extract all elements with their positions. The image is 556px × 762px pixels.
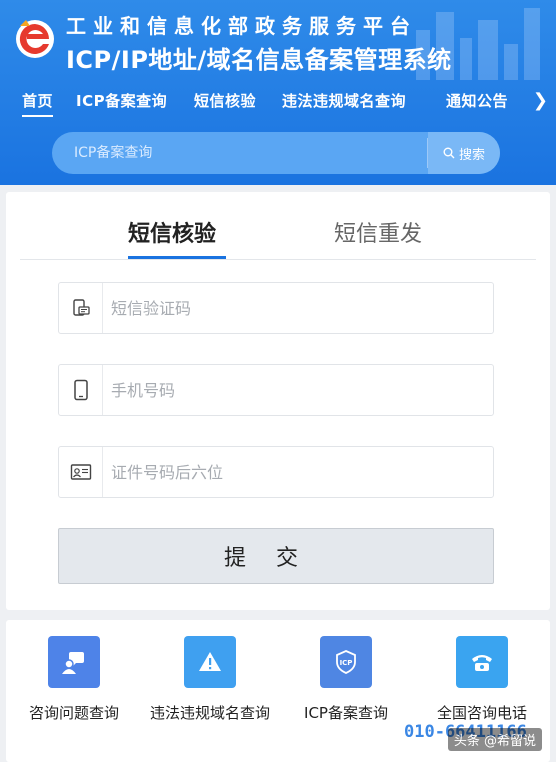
watermark: 头条 @希留说 (447, 728, 542, 751)
quick-link-hotline[interactable]: 全国咨询电话 (414, 636, 550, 723)
submit-button[interactable]: 提交 (58, 528, 494, 584)
shield-icp-icon: ICP (320, 636, 372, 688)
form-tabs: 短信核验 短信重发 (20, 192, 536, 260)
tab-sms-verify[interactable]: 短信核验 (128, 216, 216, 248)
nav-illegal-domain[interactable]: 违法违规域名查询 (282, 90, 406, 111)
sms-verify-card: 短信核验 短信重发 短信验证码 手机号码 证件号码后六位 提交 (6, 192, 550, 610)
quick-link-label: ICP备案查询 (304, 704, 388, 722)
quick-link-label: 违法违规域名查询 (149, 704, 270, 722)
quick-link-illegal-domain[interactable]: 违法违规域名查询 (142, 636, 278, 723)
svg-text:ICP: ICP (340, 659, 353, 667)
sms-code-field (58, 282, 494, 334)
mobile-phone-icon (59, 365, 103, 415)
sms-code-input[interactable] (111, 283, 487, 333)
phone-field (58, 364, 494, 416)
search-button-label: 搜索 (458, 147, 485, 163)
quick-link-icp-query[interactable]: ICP ICP备案查询 (278, 636, 414, 723)
header: 工业和信息化部政务服务平台 ICP/IP地址/域名信息备案管理系统 首页 ICP… (0, 0, 556, 185)
telephone-icon (456, 636, 508, 688)
quick-link-label: 咨询问题查询 (28, 704, 119, 722)
nav-notices[interactable]: 通知公告 (446, 90, 508, 111)
nav-more-chevron-icon[interactable]: ❯ (533, 90, 548, 111)
platform-title: 工业和信息化部政务服务平台 (66, 14, 417, 38)
main-nav: 首页 ICP备案查询 短信核验 违法违规域名查询 通知公告 (22, 90, 556, 118)
tab-sms-resend[interactable]: 短信重发 (334, 216, 422, 248)
nav-icp-query[interactable]: ICP备案查询 (76, 90, 167, 111)
id-card-icon (59, 447, 103, 497)
nav-home[interactable]: 首页 (22, 90, 54, 117)
quick-link-label: 全国咨询电话 (436, 704, 527, 722)
search-input[interactable] (52, 132, 427, 174)
active-tab-indicator (128, 256, 226, 259)
nav-sms-verify[interactable]: 短信核验 (194, 90, 256, 111)
e-government-logo-icon (16, 20, 54, 58)
search-bar: 搜索 (52, 132, 500, 174)
chat-question-icon (48, 636, 100, 688)
search-button[interactable]: 搜索 (428, 132, 500, 174)
sms-icon (59, 283, 103, 333)
id-number-input[interactable] (111, 447, 487, 497)
quick-link-consult[interactable]: 咨询问题查询 (6, 636, 142, 723)
phone-input[interactable] (111, 365, 487, 415)
warning-icon (184, 636, 236, 688)
search-icon (443, 147, 455, 159)
quick-links: 咨询问题查询 违法违规域名查询 ICP ICP备案查询 全国咨询电话 010-6… (6, 620, 550, 762)
id-number-field (58, 446, 494, 498)
system-title: ICP/IP地址/域名信息备案管理系统 (66, 46, 452, 74)
